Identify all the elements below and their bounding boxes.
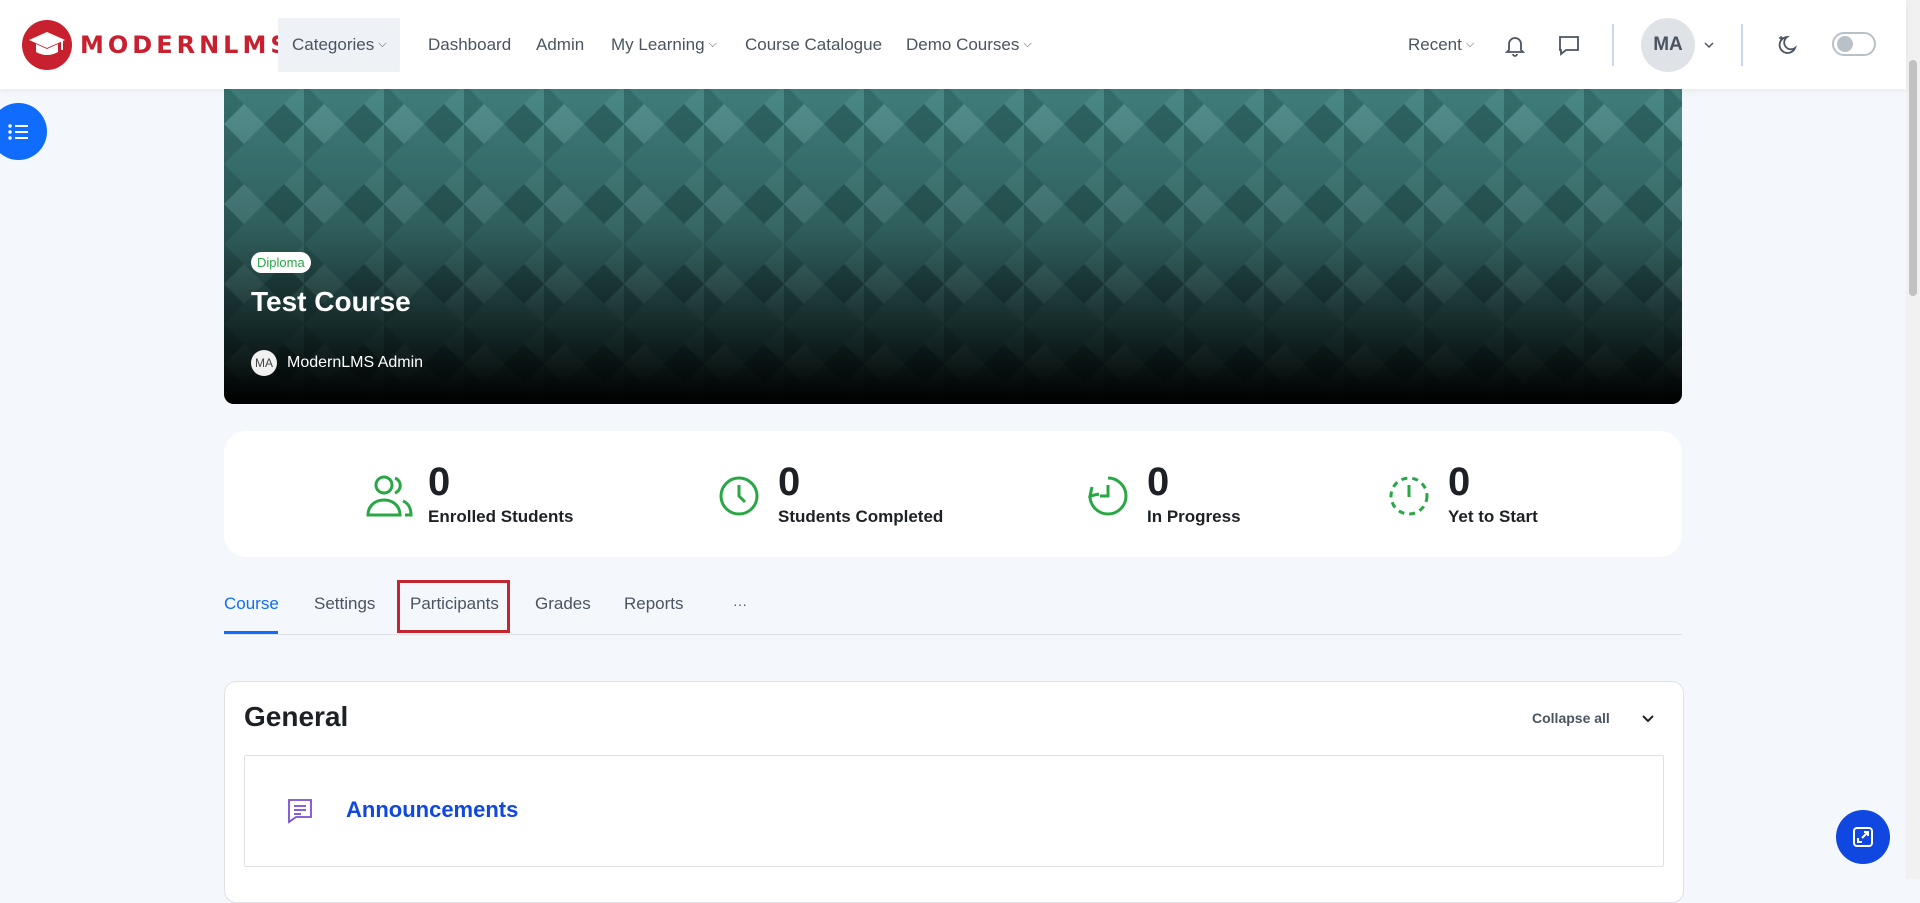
notifications-bell-icon[interactable] bbox=[1500, 30, 1530, 60]
nav-categories[interactable]: Categories ⌵ bbox=[292, 0, 387, 89]
logo-text: MODERNLMS bbox=[80, 31, 292, 59]
course-teacher[interactable]: MA ModernLMS Admin bbox=[251, 350, 423, 376]
course-hero-banner: Diploma Test Course MA ModernLMS Admin bbox=[224, 84, 1682, 404]
tab-course[interactable]: Course bbox=[224, 594, 279, 614]
nav-recent-label: Recent bbox=[1408, 34, 1462, 54]
tab-more-ellipsis[interactable]: ··· bbox=[733, 596, 747, 612]
toggle-knob bbox=[1837, 36, 1853, 52]
progress-clock-icon bbox=[1088, 476, 1128, 516]
stat-value: 0 bbox=[778, 460, 801, 504]
graduation-cap-logo-icon bbox=[22, 20, 72, 70]
top-navbar: MODERNLMS Categories ⌵ Dashboard Admin M… bbox=[0, 0, 1906, 89]
expand-icon bbox=[1853, 827, 1873, 847]
chevron-down-icon: ⌵ bbox=[1465, 38, 1475, 50]
stat-value: 0 bbox=[428, 460, 451, 504]
nav-dashboard[interactable]: Dashboard bbox=[428, 0, 511, 89]
nav-admin[interactable]: Admin bbox=[536, 0, 584, 89]
stat-label: In Progress bbox=[1147, 507, 1241, 526]
course-section-general: General Collapse all Announcements bbox=[224, 681, 1684, 903]
nav-my-learning-label: My Learning bbox=[611, 34, 705, 54]
nav-divider bbox=[1741, 24, 1743, 66]
site-logo[interactable]: MODERNLMS bbox=[22, 20, 292, 70]
teacher-name: ModernLMS Admin bbox=[287, 354, 424, 371]
section-title: General bbox=[244, 701, 349, 732]
nav-recent[interactable]: Recent ⌵ bbox=[1408, 0, 1474, 89]
stat-label: Students Completed bbox=[778, 507, 944, 526]
tab-grades[interactable]: Grades bbox=[535, 594, 591, 614]
stat-value: 0 bbox=[1448, 460, 1471, 504]
chevron-down-icon: ⌵ bbox=[708, 38, 717, 50]
hero-pattern-background bbox=[224, 84, 1682, 404]
dark-mode-moon-icon[interactable] bbox=[1773, 30, 1803, 60]
tab-reports[interactable]: Reports bbox=[624, 594, 684, 614]
stat-students-completed: 0 Students Completed bbox=[714, 461, 943, 527]
page-scrollbar-thumb[interactable] bbox=[1909, 60, 1917, 296]
stat-enrolled-students: 0 Enrolled Students bbox=[364, 461, 573, 527]
teacher-avatar: MA bbox=[251, 350, 277, 376]
chevron-down-icon: ⌵ bbox=[378, 38, 387, 50]
list-icon bbox=[7, 123, 28, 140]
user-menu-chevron-down-icon[interactable] bbox=[1694, 30, 1724, 60]
nav-demo-courses[interactable]: Demo Courses ⌵ bbox=[906, 0, 1032, 89]
nav-my-learning[interactable]: My Learning ⌵ bbox=[611, 0, 717, 89]
stat-yet-to-start: 0 Yet to Start bbox=[1384, 461, 1538, 527]
nav-divider bbox=[1612, 24, 1614, 66]
nav-demo-courses-label: Demo Courses bbox=[906, 34, 1020, 54]
fullscreen-toggle-button[interactable] bbox=[1836, 810, 1890, 864]
course-category-badge: Diploma bbox=[251, 252, 311, 273]
activity-announcements: Announcements bbox=[244, 755, 1664, 867]
clock-icon bbox=[719, 476, 759, 516]
stat-in-progress: 0 In Progress bbox=[1083, 461, 1241, 527]
chevron-down-icon[interactable] bbox=[1638, 708, 1658, 728]
stat-value: 0 bbox=[1147, 460, 1170, 504]
chevron-down-icon: ⌵ bbox=[1023, 38, 1032, 50]
user-avatar[interactable]: MA bbox=[1641, 18, 1695, 72]
nav-course-catalogue[interactable]: Course Catalogue bbox=[745, 0, 882, 89]
forum-icon bbox=[288, 799, 312, 824]
theme-toggle-switch[interactable] bbox=[1832, 32, 1876, 56]
users-icon bbox=[366, 475, 413, 517]
course-index-drawer-button[interactable] bbox=[0, 103, 47, 160]
course-title: Test Course bbox=[251, 286, 411, 317]
stat-label: Enrolled Students bbox=[428, 507, 574, 526]
dashed-clock-icon bbox=[1389, 476, 1429, 516]
activity-link[interactable]: Announcements bbox=[346, 797, 518, 823]
nav-categories-label: Categories bbox=[292, 34, 375, 54]
active-tab-indicator bbox=[224, 631, 278, 634]
stat-label: Yet to Start bbox=[1448, 507, 1538, 526]
messages-chat-icon[interactable] bbox=[1554, 30, 1584, 60]
participants-highlight-box bbox=[397, 580, 510, 633]
tab-settings[interactable]: Settings bbox=[314, 594, 375, 614]
course-stats-card: 0 Enrolled Students 0 Students Completed… bbox=[224, 431, 1682, 557]
collapse-all-link[interactable]: Collapse all bbox=[1532, 710, 1610, 726]
